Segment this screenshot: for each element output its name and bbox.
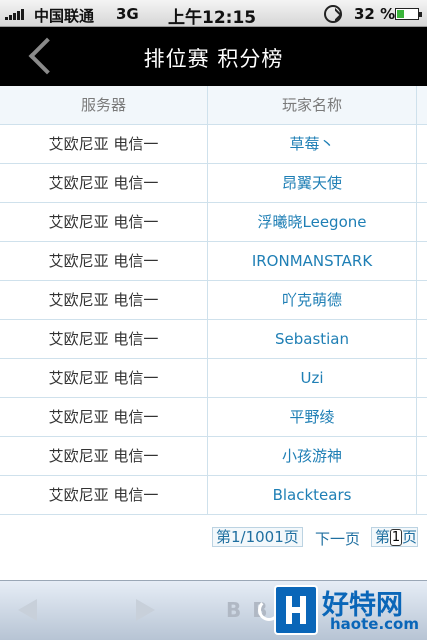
server-cell: 艾欧尼亚 电信一 — [0, 437, 208, 476]
server-cell: 艾欧尼亚 电信一 — [0, 476, 208, 515]
server-cell: 艾欧尼亚 电信一 — [0, 281, 208, 320]
page-jump-prefix: 第 — [375, 528, 391, 546]
table-row: 艾欧尼亚 电信一 Sebastian — [0, 320, 427, 359]
signal-strength-icon — [5, 8, 24, 20]
next-page-link[interactable]: 下一页 — [315, 528, 360, 549]
pagination: 第1/1001页 下一页 第1页 — [0, 527, 427, 549]
page-jump-box[interactable]: 第1页 — [371, 527, 419, 547]
back-arrow-icon[interactable] — [18, 599, 37, 621]
column-header-server: 服务器 — [0, 86, 208, 125]
server-cell: 艾欧尼亚 电信一 — [0, 320, 208, 359]
player-link[interactable]: 小孩游神 — [208, 437, 417, 476]
table-row: 艾欧尼亚 电信一 吖克萌德 — [0, 281, 427, 320]
table-row: 艾欧尼亚 电信一 Blacktears — [0, 476, 427, 515]
battery-percent: 32 % — [354, 5, 396, 23]
server-cell: 艾欧尼亚 电信一 — [0, 125, 208, 164]
watermark-url: haote.com — [330, 615, 419, 633]
player-link[interactable]: 平野绫 — [208, 398, 417, 437]
site-logo-icon — [274, 585, 318, 635]
battery-icon — [395, 8, 422, 20]
status-bar: 中国联通 3G 上午12:15 32 % — [0, 0, 427, 28]
table-row: 艾欧尼亚 电信一 Uzi — [0, 359, 427, 398]
page-title: 排位赛 积分榜 — [143, 47, 284, 71]
page-jump-suffix: 页 — [402, 528, 418, 546]
player-link[interactable]: Sebastian — [208, 320, 417, 359]
table-row: 艾欧尼亚 电信一 草莓丶 — [0, 125, 427, 164]
player-link[interactable]: IRONMANSTARK — [208, 242, 417, 281]
rotation-lock-icon — [324, 5, 342, 23]
forward-arrow-icon[interactable] — [136, 599, 155, 621]
clock: 上午12:15 — [168, 8, 257, 28]
player-link[interactable]: 草莓丶 — [208, 125, 417, 164]
player-link[interactable]: Blacktears — [208, 476, 417, 515]
carrier-name: 中国联通 — [34, 7, 95, 25]
server-cell: 艾欧尼亚 电信一 — [0, 398, 208, 437]
page-jump-input[interactable]: 1 — [390, 529, 403, 546]
table-row: 艾欧尼亚 电信一 小孩游神 — [0, 437, 427, 476]
server-cell: 艾欧尼亚 电信一 — [0, 164, 208, 203]
player-link[interactable]: 吖克萌德 — [208, 281, 417, 320]
table-row: 艾欧尼亚 电信一 浮曦晓Leegone — [0, 203, 427, 242]
table-row: 艾欧尼亚 电信一 平野绫 — [0, 398, 427, 437]
current-page-indicator: 第1/1001页 — [212, 527, 303, 547]
server-cell: 艾欧尼亚 电信一 — [0, 242, 208, 281]
player-link[interactable]: 昂翼天使 — [208, 164, 417, 203]
server-cell: 艾欧尼亚 电信一 — [0, 359, 208, 398]
table-header-row: 服务器 玩家名称 — [0, 86, 427, 125]
player-link[interactable]: Uzi — [208, 359, 417, 398]
table-row: 艾欧尼亚 电信一 IRONMANSTARK — [0, 242, 427, 281]
server-cell: 艾欧尼亚 电信一 — [0, 203, 208, 242]
table-row: 艾欧尼亚 电信一 昂翼天使 — [0, 164, 427, 203]
player-link[interactable]: 浮曦晓Leegone — [208, 203, 417, 242]
title-bar: 排位赛 积分榜 — [0, 27, 427, 86]
network-type: 3G — [116, 5, 139, 23]
column-header-player: 玩家名称 — [208, 86, 417, 125]
